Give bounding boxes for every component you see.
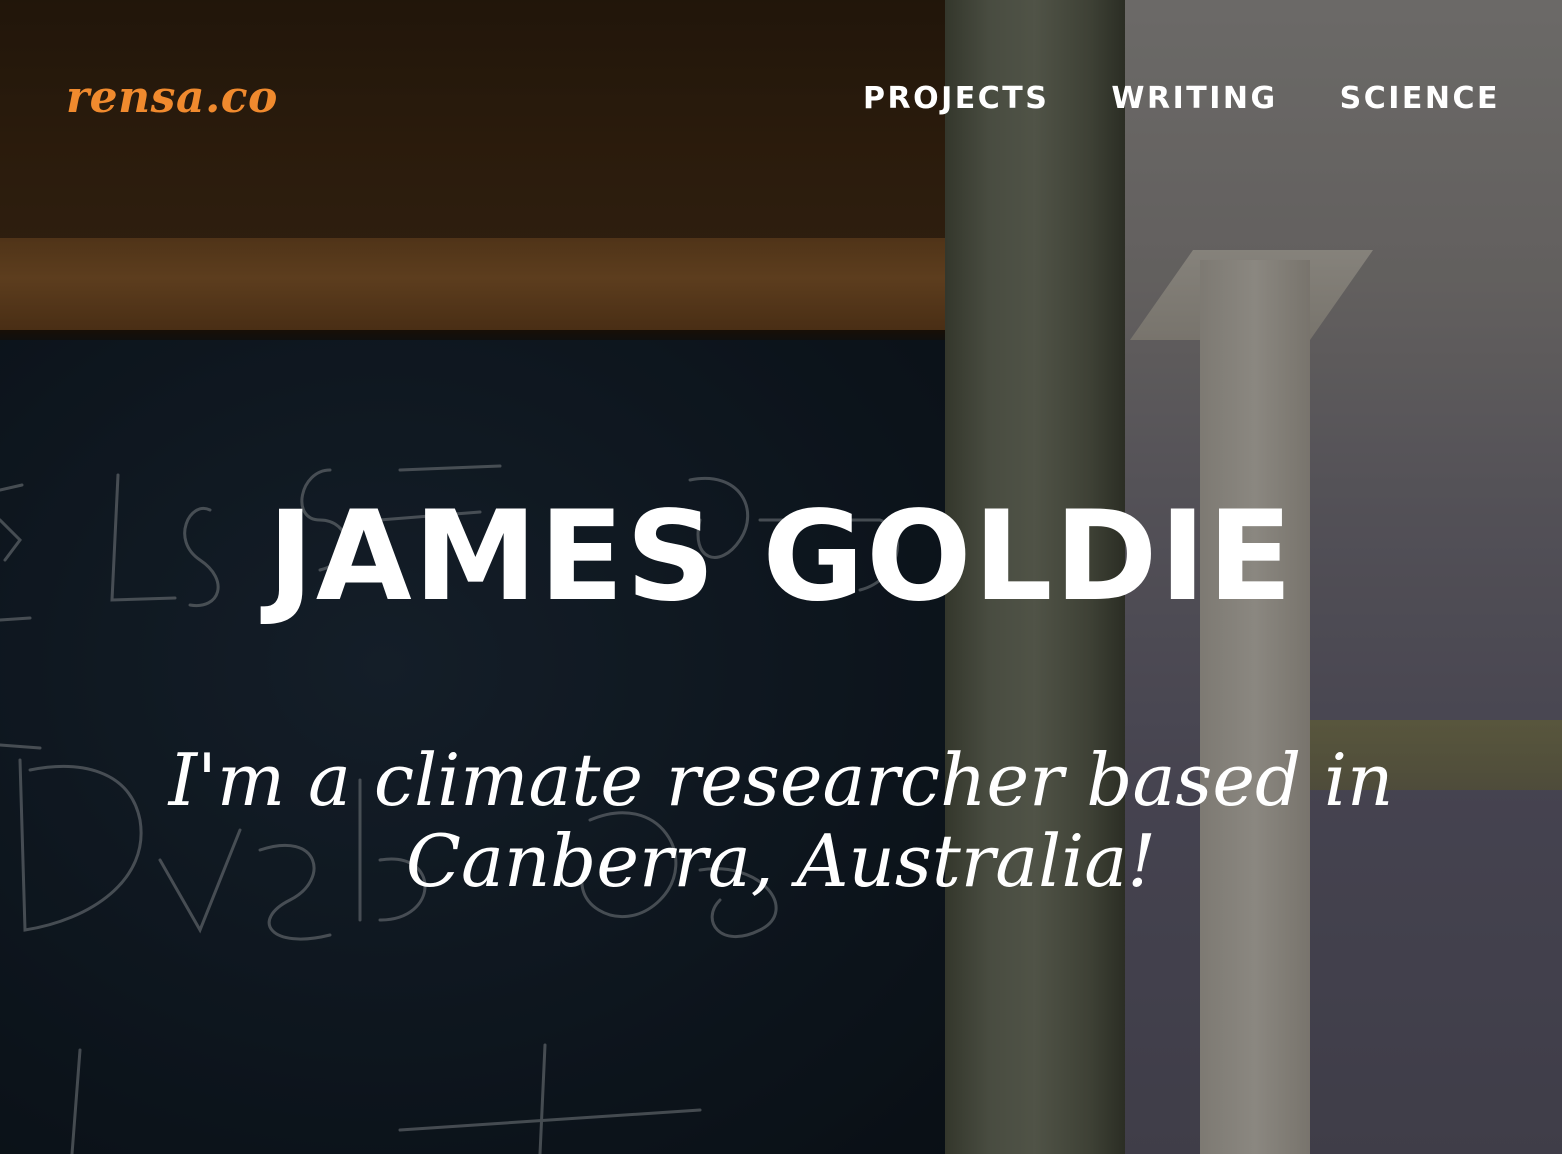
nav-link-science[interactable]: SCIENCE	[1340, 84, 1500, 114]
hero-section: rensa.co PROJECTS WRITING SCIENCE JAMES …	[0, 0, 1562, 1154]
nav-link-writing[interactable]: WRITING	[1111, 84, 1277, 114]
hero-subtitle: I'm a climate researcher based in Canber…	[168, 738, 1394, 903]
main-nav: PROJECTS WRITING SCIENCE	[863, 84, 1500, 114]
hero-title: JAMES GOLDIE	[267, 485, 1295, 629]
nav-link-projects[interactable]: PROJECTS	[863, 84, 1049, 114]
site-logo[interactable]: rensa.co	[66, 76, 278, 120]
